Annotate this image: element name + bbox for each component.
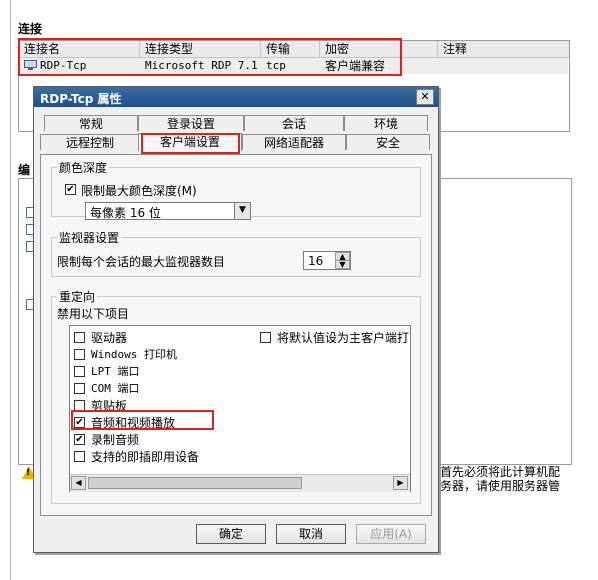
list-item[interactable]: ✔ 录制音频 — [74, 432, 254, 448]
cancel-button[interactable]: 取消 — [276, 524, 346, 544]
scroll-right-button[interactable]: ▶ — [393, 476, 408, 490]
checkmark-icon: ✔ — [66, 184, 75, 195]
limit-color-depth-label: 限制最大颜色深度(M) — [81, 184, 197, 198]
list-item-label: Windows 打印机 — [91, 348, 177, 361]
stepper-down-button[interactable]: ▼ — [335, 260, 350, 269]
list-item[interactable]: LPT 端口 — [74, 364, 254, 380]
checkbox[interactable] — [74, 332, 85, 343]
list-item[interactable]: Windows 打印机 — [74, 347, 254, 363]
arrow-right-icon: ▶ — [397, 478, 404, 487]
apply-button[interactable]: 应用(A) — [356, 524, 426, 544]
checkbox[interactable] — [74, 349, 85, 360]
list-item-label: 录制音频 — [91, 433, 140, 447]
arrow-down-icon: ▼ — [339, 260, 346, 269]
arrow-left-icon: ◀ — [75, 478, 82, 487]
list-item-label: 支持的即插即用设备 — [91, 450, 200, 464]
color-depth-value: 每像素 16 位 — [90, 206, 161, 220]
monitor-settings-group-label: 监视器设置 — [57, 229, 122, 246]
edit-section-title: 编 — [18, 163, 31, 177]
dialog-titlebar[interactable]: RDP-Tcp 属性 ✕ — [34, 87, 438, 107]
chevron-down-icon: ▼ — [239, 205, 246, 215]
connections-title: 连接 — [18, 22, 43, 36]
color-depth-select[interactable]: 每像素 16 位 ▼ — [85, 202, 251, 220]
redirect-items-container: 驱动器 Windows 打印机 LPT 端口 COM 端口 剪贴板 ✔ 音频和视频播放 ✔ 录制… — [70, 326, 410, 474]
max-monitors-value: 16 — [308, 254, 324, 268]
checkmark-icon: ✔ — [75, 434, 84, 445]
color-depth-group-label: 颜色深度 — [57, 159, 110, 176]
disable-items-label: 禁用以下项目 — [57, 307, 130, 321]
close-icon: ✕ — [420, 90, 430, 103]
highlight-box — [141, 133, 240, 154]
limit-color-depth-checkbox[interactable]: ✔ — [65, 184, 76, 195]
warning-text: 务器，请使用服务器管 — [440, 479, 561, 493]
checkbox[interactable] — [74, 366, 85, 377]
client-settings-panel: 颜色深度 ✔ 限制最大颜色深度(M) 每像素 16 位 ▼ 监视器设置 限制每个… — [40, 154, 432, 516]
dialog-title: RDP-Tcp 属性 — [40, 92, 122, 106]
tab-security[interactable]: 安全 — [346, 134, 430, 150]
redirect-items-list[interactable]: 驱动器 Windows 打印机 LPT 端口 COM 端口 剪贴板 ✔ 音频和视频播放 ✔ 录制… — [69, 325, 411, 492]
dropdown-button[interactable]: ▼ — [234, 203, 250, 219]
list-item[interactable]: 驱动器 — [74, 330, 254, 346]
tab-sessions[interactable]: 会话 — [244, 115, 344, 131]
list-item[interactable]: 支持的即插即用设备 — [74, 449, 254, 465]
redirection-group-label: 重定向 — [57, 288, 98, 305]
highlight-box — [71, 410, 214, 430]
checkbox[interactable]: ✔ — [74, 434, 85, 445]
checkbox[interactable] — [74, 383, 85, 394]
scroll-left-button[interactable]: ◀ — [71, 476, 86, 490]
column-separator[interactable] — [437, 41, 438, 57]
tab-environment[interactable]: 环境 — [344, 115, 428, 131]
scrollbar-thumb[interactable] — [88, 477, 302, 489]
list-item[interactable]: 将默认值设为主客户端打 — [260, 330, 410, 346]
close-button[interactable]: ✕ — [416, 89, 434, 105]
warning-icon-mark: ! — [26, 468, 31, 478]
list-item-label: 将默认值设为主客户端打 — [277, 331, 410, 345]
list-item-label: 驱动器 — [91, 331, 128, 345]
max-monitors-label: 限制每个会话的最大监视器数目 — [57, 255, 226, 269]
list-item[interactable]: COM 端口 — [74, 381, 254, 397]
list-item-label: LPT 端口 — [91, 365, 140, 378]
ok-button[interactable]: 确定 — [196, 524, 266, 544]
column-header-comment[interactable]: 注释 — [443, 42, 467, 56]
max-monitors-stepper[interactable]: 16 ▲ ▼ — [303, 251, 351, 270]
tab-network-adapter[interactable]: 网络适配器 — [242, 134, 346, 150]
highlight-box — [18, 38, 402, 76]
checkbox[interactable] — [74, 451, 85, 462]
checkbox[interactable] — [260, 332, 271, 343]
horizontal-scrollbar[interactable]: ◀ ▶ — [70, 474, 410, 492]
tab-logon-settings[interactable]: 登录设置 — [138, 115, 244, 131]
window-edge — [10, 0, 11, 580]
tab-general[interactable]: 常规 — [44, 115, 138, 131]
properties-dialog: RDP-Tcp 属性 ✕ 常规 登录设置 会话 环境 远程控制 客户端设置 网络… — [33, 86, 439, 553]
list-item-label: COM 端口 — [91, 382, 140, 395]
tab-remote-control[interactable]: 远程控制 — [40, 134, 140, 150]
